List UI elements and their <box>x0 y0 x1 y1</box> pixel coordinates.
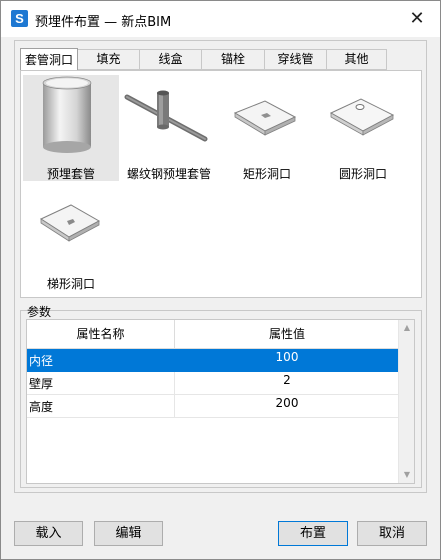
tab-strip: 套管洞口 填充 线盒 锚栓 穿线管 其他 <box>20 48 387 71</box>
component-item-trapezoid-opening[interactable]: 梯形洞口 <box>23 185 119 291</box>
tab-fill[interactable]: 填充 <box>78 49 140 70</box>
window-title: 预埋件布置 — 新点BIM <box>35 15 172 30</box>
place-button[interactable]: 布置 <box>278 521 348 546</box>
column-header-value[interactable]: 属性值 <box>175 320 399 349</box>
title-bar[interactable]: S 预埋件布置 — 新点BIM ✕ <box>1 1 440 37</box>
property-value[interactable]: 200 <box>175 395 399 418</box>
table-row[interactable]: 高度 200 <box>27 395 399 418</box>
tab-other[interactable]: 其他 <box>327 49 387 70</box>
property-name: 内径 <box>27 349 175 372</box>
property-value[interactable]: 2 <box>175 372 399 395</box>
cancel-button[interactable]: 取消 <box>357 521 427 546</box>
round-opening-icon <box>329 98 395 136</box>
app-logo-icon: S <box>11 10 28 27</box>
column-header-name[interactable]: 属性名称 <box>27 320 175 349</box>
scroll-down-arrow-icon[interactable]: ▼ <box>399 467 415 483</box>
tab-sleeve-opening[interactable]: 套管洞口 <box>20 48 78 71</box>
component-item-sleeve[interactable]: 预埋套管 <box>23 75 119 181</box>
edit-button[interactable]: 编辑 <box>94 521 163 546</box>
tab-junction-box[interactable]: 线盒 <box>140 49 202 70</box>
component-item-rebar-sleeve[interactable]: 螺纹钢预埋套管 <box>121 75 217 181</box>
vertical-scrollbar[interactable]: ▲ ▼ <box>398 320 414 483</box>
rect-opening-icon <box>233 100 297 136</box>
component-label: 圆形洞口 <box>338 167 387 181</box>
component-item-rect-opening[interactable]: 矩形洞口 <box>219 75 315 181</box>
trapezoid-opening-icon <box>39 204 101 242</box>
params-group-label: 参数 <box>27 305 52 319</box>
property-table: 属性名称 属性值 内径 100 壁厚 2 高度 200 ▲ ▼ <box>26 319 415 484</box>
property-name: 高度 <box>27 395 175 418</box>
table-header: 属性名称 属性值 <box>27 320 399 349</box>
scroll-up-arrow-icon[interactable]: ▲ <box>399 320 415 336</box>
table-row[interactable]: 内径 100 <box>27 349 399 372</box>
component-panel: 预埋套管 螺纹钢预埋套管 矩形洞口 圆形洞口 梯形洞口 <box>20 70 422 298</box>
tab-conduit[interactable]: 穿线管 <box>265 49 327 70</box>
tab-anchor-bolt[interactable]: 锚栓 <box>202 49 265 70</box>
property-value[interactable]: 100 <box>175 349 399 372</box>
property-name: 壁厚 <box>27 372 175 395</box>
table-row[interactable]: 壁厚 2 <box>27 372 399 395</box>
import-button[interactable]: 载入 <box>14 521 83 546</box>
cylinder-sleeve-icon <box>42 76 92 153</box>
component-item-round-opening[interactable]: 圆形洞口 <box>315 75 411 181</box>
component-label: 梯形洞口 <box>46 277 95 291</box>
rebar-sleeve-icon <box>124 90 208 142</box>
close-button[interactable]: ✕ <box>394 1 440 37</box>
